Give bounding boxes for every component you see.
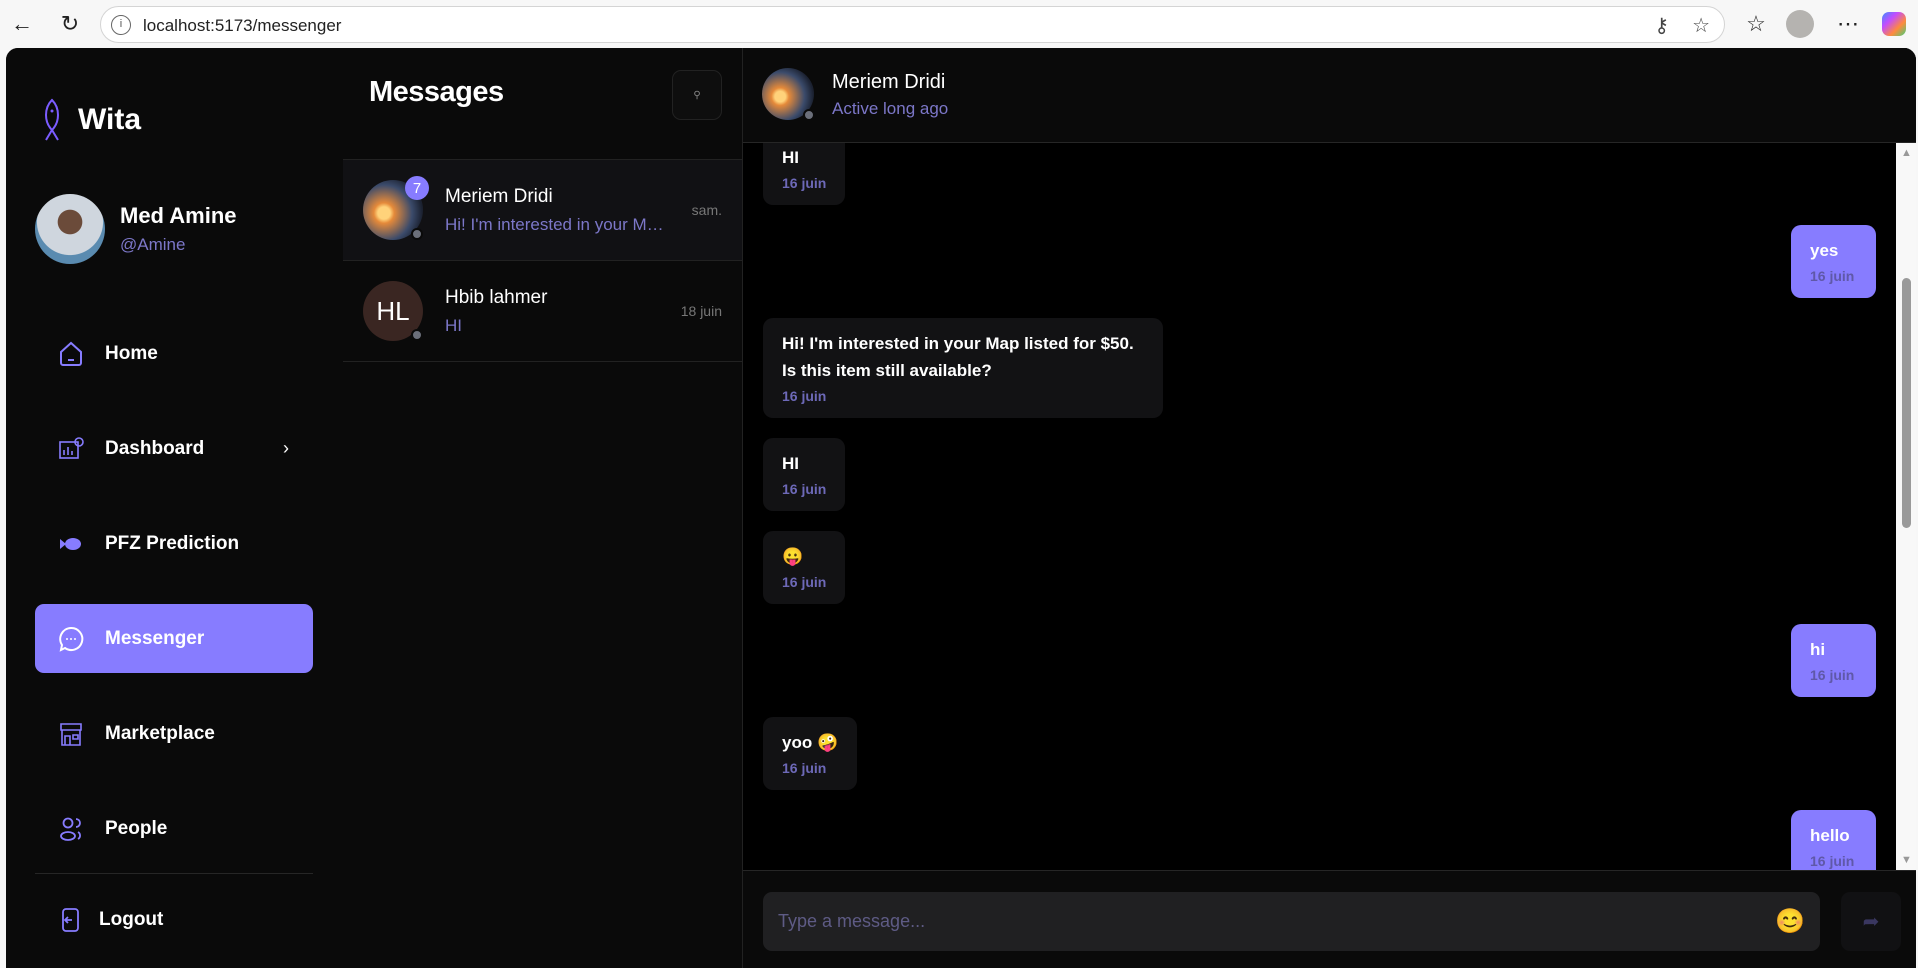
conversation-item[interactable]: 7 Meriem Dridi Hi! I'm interested in you…	[343, 160, 742, 261]
message-list[interactable]: HI 16 juin yes 16 juin Hi! I'm interested in…	[743, 143, 1896, 870]
search-button[interactable]: ⚲	[672, 70, 722, 120]
conversation-preview: Hi! I'm interested in your Map listed fo…	[445, 215, 670, 234]
conversation-list-panel: Messages ⚲ 7 Meriem Dridi Hi! I'm intere…	[343, 48, 743, 968]
message-date: 16 juin	[782, 574, 827, 590]
message-text: hi	[1810, 640, 1826, 659]
brand-logo[interactable]: Wita	[40, 98, 141, 142]
user-handle: @Amine	[120, 235, 186, 254]
offline-status-dot	[803, 109, 815, 121]
message-text: HI	[782, 454, 799, 473]
conversation-preview: HI	[445, 316, 462, 335]
nav-label: Messenger	[105, 627, 205, 649]
copilot-icon[interactable]	[1878, 8, 1910, 40]
unread-badge: 7	[405, 176, 429, 200]
conversation-list: 7 Meriem Dridi Hi! I'm interested in you…	[343, 159, 742, 362]
contact-status: Active long ago	[832, 99, 949, 118]
sidebar-item-marketplace[interactable]: Marketplace	[35, 699, 313, 768]
search-icon: ⚲	[693, 89, 701, 101]
address-bar[interactable]: i localhost:5173/messenger ⚷ ☆	[100, 6, 1725, 43]
user-name: Med Amine	[120, 203, 237, 228]
conversation-time: 18 juin	[680, 303, 722, 319]
browser-toolbar: ← ↻ i localhost:5173/messenger ⚷ ☆ ☆ ⋯	[0, 0, 1918, 48]
sent-message: hello 16 juin	[1791, 810, 1876, 870]
message-text: Hi! I'm interested in your Map listed fo…	[782, 334, 1134, 380]
message-text: yes	[1810, 241, 1839, 260]
message-date: 16 juin	[1810, 268, 1855, 284]
message-text: yoo 🤪	[782, 733, 839, 752]
key-icon[interactable]: ⚷	[1654, 13, 1669, 38]
conversation-time: sam.	[691, 202, 722, 218]
message-date: 16 juin	[1810, 853, 1855, 869]
offline-status-dot	[411, 329, 423, 341]
sidebar-item-home[interactable]: Home	[35, 319, 313, 388]
nav-label: People	[105, 817, 168, 839]
fish-icon	[60, 537, 81, 550]
more-menu-icon[interactable]: ⋯	[1832, 8, 1864, 40]
dashboard-icon	[59, 436, 84, 459]
home-icon	[60, 341, 82, 366]
sidebar-item-messenger[interactable]: Messenger	[35, 604, 313, 673]
logout-label: Logout	[99, 908, 164, 930]
conversation-name: Meriem Dridi	[445, 186, 553, 207]
message-text: HI	[782, 148, 799, 167]
site-info-icon[interactable]: i	[111, 15, 131, 35]
message-text: hello	[1810, 826, 1850, 845]
send-icon: ➦	[1862, 911, 1880, 933]
chat-panel: Meriem Dridi Active long ago HI 16 juin ye…	[743, 48, 1916, 968]
brand-name: Wita	[78, 103, 142, 136]
sidebar-item-dashboard[interactable]: Dashboard ›	[35, 414, 313, 483]
profile-avatar[interactable]	[1784, 8, 1816, 40]
scrollbar[interactable]: ▲ ▼	[1896, 143, 1916, 870]
nav-label: Home	[105, 342, 158, 364]
favorites-icon[interactable]: ☆	[1740, 8, 1772, 40]
nav-label: PFZ Prediction	[105, 532, 240, 554]
avatar	[35, 194, 105, 264]
chat-header: Meriem Dridi Active long ago	[743, 48, 1916, 143]
people-icon	[60, 817, 81, 841]
emoji-button[interactable]: 😊	[1775, 907, 1805, 936]
logout-button[interactable]: Logout	[35, 885, 313, 954]
page-title: Messages	[369, 76, 504, 108]
chevron-right-icon[interactable]: ›	[283, 438, 289, 459]
url-text[interactable]: localhost:5173/messenger	[143, 16, 341, 36]
message-date: 16 juin	[1810, 667, 1855, 683]
send-button[interactable]: ➦	[1841, 892, 1901, 951]
sidebar-item-people[interactable]: People	[35, 794, 313, 863]
sidebar-divider	[35, 873, 313, 874]
message-date: 16 juin	[782, 388, 827, 404]
favorite-star-icon[interactable]: ☆	[1692, 13, 1710, 38]
scroll-up-arrow-icon[interactable]: ▲	[1901, 147, 1912, 159]
chat-icon	[59, 626, 84, 652]
received-message: 😛 16 juin	[763, 531, 846, 604]
user-profile[interactable]: Med Amine @Amine	[35, 194, 237, 264]
conversation-item[interactable]: HL Hbib lahmer HI 18 juin	[343, 261, 742, 362]
reload-button[interactable]: ↻	[54, 8, 86, 40]
app-window: Wita Med Amine @Amine Home Dashboard › P…	[6, 48, 1916, 968]
sent-message: yes 16 juin	[1791, 225, 1876, 298]
contact-name: Meriem Dridi	[832, 71, 946, 93]
scroll-down-arrow-icon[interactable]: ▼	[1901, 854, 1912, 866]
message-date: 16 juin	[782, 760, 827, 776]
message-text: 😛	[782, 547, 804, 566]
back-button[interactable]: ←	[6, 8, 38, 40]
store-icon	[60, 722, 82, 746]
conversation-name: Hbib lahmer	[445, 287, 548, 308]
nav-label: Marketplace	[105, 722, 215, 744]
scrollbar-thumb[interactable]	[1902, 278, 1911, 528]
offline-status-dot	[411, 228, 423, 240]
received-message: yoo 🤪 16 juin	[763, 717, 858, 790]
message-input[interactable]	[763, 892, 1820, 951]
nav-label: Dashboard	[105, 437, 205, 459]
message-date: 16 juin	[782, 175, 827, 191]
logout-icon	[62, 907, 79, 932]
fish-logo-icon	[45, 98, 59, 141]
received-message: HI 16 juin	[763, 438, 846, 511]
received-message: Hi! I'm interested in your Map listed fo…	[763, 318, 1163, 418]
sidebar: Wita Med Amine @Amine Home Dashboard › P…	[6, 48, 343, 968]
sidebar-item-pfz-prediction[interactable]: PFZ Prediction	[35, 509, 313, 578]
received-message: HI 16 juin	[763, 143, 846, 205]
sent-message: hi 16 juin	[1791, 624, 1876, 697]
message-date: 16 juin	[782, 481, 827, 497]
message-composer: 😊 ➦	[743, 870, 1916, 968]
